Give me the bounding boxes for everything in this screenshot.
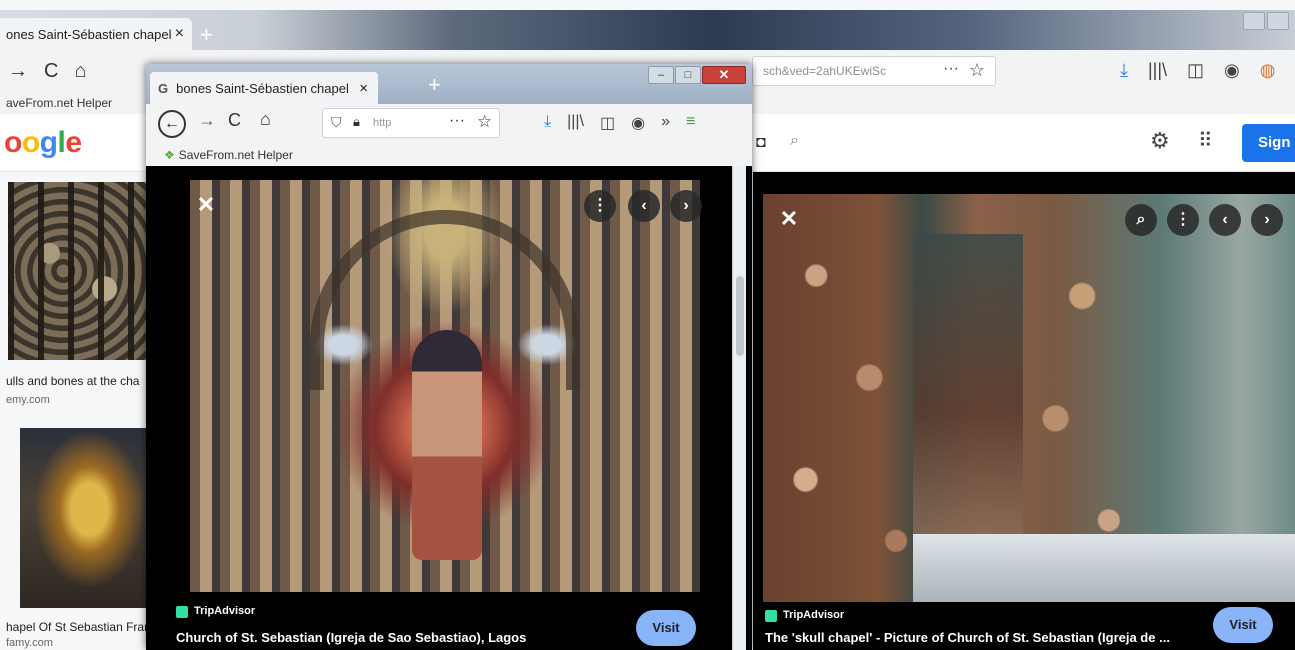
viewer-more-icon[interactable]: ⋮ [584,190,616,222]
lens-icon[interactable]: ⌕ [1125,204,1157,236]
scrollbar-thumb[interactable] [736,276,744,356]
front-toolbar-icons: ⤓ |||\ ◫ ◉ » ≡ [544,113,695,133]
back-toolbar-icons: ⤓ |||\ ◫ ◉ ◍ ▼ [1120,60,1295,81]
home-icon[interactable]: ⌂ [74,60,86,83]
library-icon[interactable]: |||\ [1148,60,1167,81]
library-icon[interactable]: |||\ [567,113,584,133]
menu-icon[interactable]: ≡ [686,113,695,133]
chapel-altar-image[interactable] [190,180,700,592]
gear-icon[interactable]: ⚙ [1150,128,1170,154]
minimize-button[interactable]: – [648,66,674,84]
result-thumbnail[interactable] [8,182,146,360]
back-window-controls[interactable] [1243,12,1289,30]
image-title[interactable]: Church of St. Sebastian (Igreja de Sao S… [176,630,616,645]
bookmark-savefrom[interactable]: SaveFrom.net Helper [179,148,293,162]
result-caption[interactable]: ulls and bones at the cha [6,374,139,388]
result-source: emy.com [6,394,50,406]
result-thumbnail[interactable] [20,428,146,608]
previous-image-icon[interactable]: ‹ [1209,204,1241,236]
more-icon[interactable]: ··· [449,112,465,130]
download-icon[interactable]: ⤓ [544,113,551,133]
reload-icon[interactable]: C [44,60,58,83]
front-tab-title: bones Saint-Sébastien chapel [176,80,349,96]
extension-icon[interactable]: ◉ [1224,60,1240,81]
front-browser-window: G bones Saint-Sébastien chapel × + – □ ✕… [146,64,752,650]
result-caption[interactable]: hapel Of St Sebastian Fran [6,620,151,634]
minimize-button[interactable] [1243,12,1265,30]
back-tab-title: ones Saint-Sébastien chapel [6,26,172,42]
savefrom-icon: ❖ [164,148,175,162]
apps-grid-icon[interactable]: ⠿ [1198,128,1213,153]
visit-button[interactable]: Visit [1213,607,1273,643]
shield-icon[interactable]: ⛉ [331,114,342,131]
home-icon[interactable]: ⌂ [260,109,271,130]
close-viewer-icon[interactable]: ✕ [190,190,222,222]
front-address-bar[interactable]: ⛉ 🔒︎ http ··· ☆ [322,108,500,138]
close-icon[interactable]: × [359,80,368,97]
back-address-bar[interactable]: sch&ved=2ahUKEwiSc ··· ☆ [752,56,996,86]
visit-button[interactable]: Visit [636,610,696,646]
next-image-icon[interactable]: › [1251,204,1283,236]
image-title[interactable]: The 'skull chapel' - Picture of Church o… [765,630,1205,645]
star-icon[interactable]: ☆ [477,112,492,132]
star-icon[interactable]: ☆ [969,60,985,81]
image-source[interactable]: TripAdvisor [783,609,844,621]
result-source: famy.com [6,637,53,649]
lock-icon[interactable]: 🔒︎ [353,114,360,130]
more-icon[interactable]: ··· [943,60,959,78]
image-viewer-panel: ✕ ⌕ ⋮ ‹ › TripAdvisor The 'skull chapel'… [753,172,1295,650]
front-bookmarks-bar: ❖ SaveFrom.net Helper [146,144,752,166]
skull-chapel-image[interactable] [763,194,1295,602]
new-tab-button[interactable]: + [428,72,441,98]
search-icon[interactable]: ⌕ [790,132,799,150]
close-icon[interactable]: × [175,25,184,43]
extension-icon[interactable]: ◉ [631,113,645,133]
reload-icon[interactable]: C [228,110,241,131]
forward-icon[interactable]: → [198,110,216,131]
scrollbar[interactable] [732,166,746,650]
download-icon[interactable]: ⤓ [1120,60,1128,81]
camera-search-icon[interactable]: ◘ [756,134,766,152]
google-logo[interactable]: oogle [4,126,82,160]
addon-icon[interactable]: ◍ [1260,60,1276,81]
address-text: sch&ved=2ahUKEwiSc [763,64,887,78]
next-image-icon[interactable]: › [670,190,702,222]
image-viewer-panel: ✕ ⋮ ‹ › TripAdvisor Church of St. Sebast… [150,166,732,650]
front-browser-tab[interactable]: G bones Saint-Sébastien chapel × [150,72,378,104]
sidebar-icon[interactable]: ◫ [600,113,615,133]
sidebar-icon[interactable]: ◫ [1187,60,1204,81]
close-viewer-icon[interactable]: ✕ [773,204,805,236]
front-toolbar: ← → C ⌂ ⛉ 🔒︎ http ··· ☆ ⤓ |||\ ◫ ◉ » ≡ [146,104,752,144]
image-source[interactable]: TripAdvisor [194,605,255,617]
google-favicon-icon: G [158,80,169,96]
forward-icon[interactable]: → [8,60,28,83]
previous-image-icon[interactable]: ‹ [628,190,660,222]
maximize-button[interactable]: □ [675,66,701,84]
address-text: http [373,117,392,129]
new-tab-button[interactable]: + [200,22,213,48]
sign-in-button[interactable]: Sign [1242,124,1295,162]
viewer-more-icon[interactable]: ⋮ [1167,204,1199,236]
back-titlebar [0,10,1295,50]
bookmark-savefrom[interactable]: aveFrom.net Helper [6,96,112,110]
front-window-controls: – □ ✕ [648,66,746,84]
close-window-button[interactable]: ✕ [702,66,746,84]
maximize-button[interactable] [1267,12,1289,30]
tripadvisor-logo-icon [176,606,188,618]
back-icon[interactable]: ← [158,110,186,138]
tripadvisor-logo-icon [765,610,777,622]
back-browser-tab[interactable]: ones Saint-Sébastien chapel × [0,18,192,50]
overflow-icon[interactable]: » [661,113,670,133]
